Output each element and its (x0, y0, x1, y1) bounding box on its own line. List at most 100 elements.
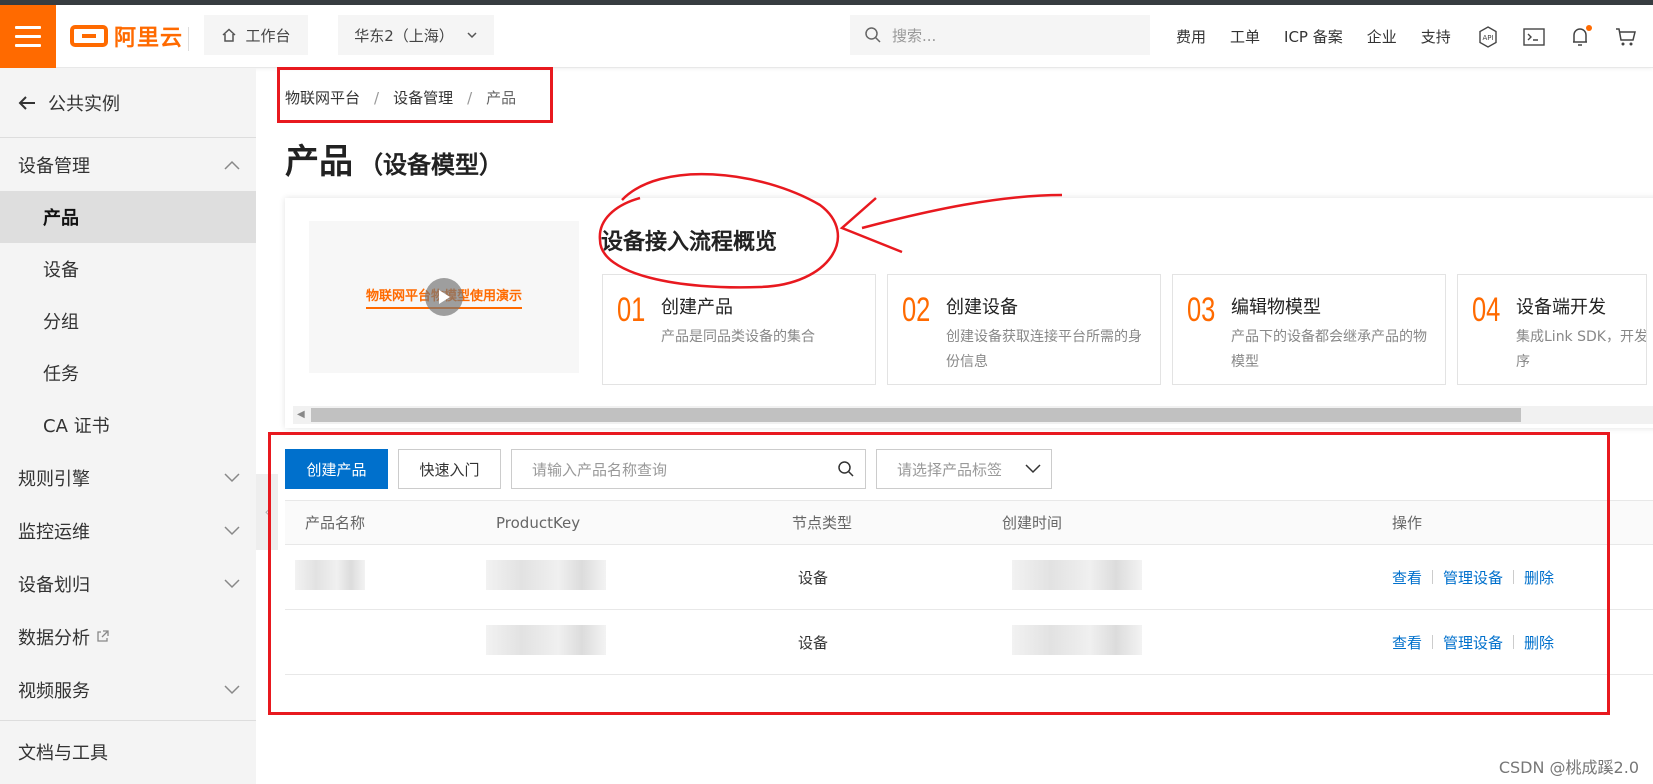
product-search-input[interactable]: 请输入产品名称查询 (511, 449, 866, 489)
breadcrumb-iot-platform[interactable]: 物联网平台 (285, 87, 360, 108)
chevron-down-icon (224, 578, 240, 588)
nav-tickets[interactable]: 工单 (1230, 26, 1260, 47)
sidebar-group-video-service[interactable]: 视频服务 (0, 663, 256, 716)
step-title: 创建产品 (661, 297, 733, 318)
workbench-button[interactable]: 工作台 (204, 15, 308, 55)
sidebar-group-label: 设备划归 (18, 574, 90, 596)
product-name-cell[interactable] (285, 560, 496, 594)
step-card[interactable]: 04 设备端开发 集成Link SDK，开发序 (1457, 274, 1647, 385)
step-description: 集成Link SDK，开发序 (1516, 329, 1647, 370)
demo-video[interactable]: 物联网平台物模型使用演示 (309, 221, 579, 373)
create-product-button[interactable]: 创建产品 (285, 449, 388, 489)
scroll-left-icon[interactable]: ◀ (297, 409, 305, 420)
sidebar-group-label: 监控运维 (18, 521, 90, 543)
breadcrumb-current: 产品 (486, 89, 517, 107)
step-title: 设备端开发 (1516, 297, 1606, 318)
sidebar-back-link[interactable]: 公共实例 (0, 68, 256, 138)
table-row: 设备 查看 管理设备 删除 (285, 610, 1653, 675)
created-time-cell (1002, 625, 1392, 659)
home-icon (222, 28, 236, 42)
product-tag-select[interactable]: 请选择产品标签 (876, 449, 1052, 489)
bell-icon[interactable] (1568, 24, 1592, 49)
sidebar-item-ca-cert[interactable]: CA 证书 (0, 399, 256, 451)
breadcrumb: 物联网平台 / 设备管理 / 产品 (285, 87, 516, 108)
svg-text:API: API (1482, 34, 1493, 42)
manage-devices-link[interactable]: 管理设备 (1443, 567, 1503, 588)
step-title: 编辑物模型 (1231, 297, 1321, 318)
chevron-down-icon (1025, 464, 1041, 474)
sidebar-group-label: 文档与工具 (18, 742, 108, 764)
action-divider (1513, 635, 1515, 649)
scrollbar-thumb[interactable] (311, 408, 1521, 422)
step-number: 04 (1472, 291, 1501, 329)
view-link[interactable]: 查看 (1392, 632, 1422, 653)
product-key-cell (486, 560, 792, 594)
play-icon[interactable] (425, 278, 463, 316)
step-title: 创建设备 (946, 297, 1018, 318)
product-table: 产品名称 ProductKey 节点类型 创建时间 操作 设备 查看 管理设备 … (285, 500, 1653, 675)
sidebar-group-label: 视频服务 (18, 680, 90, 702)
sidebar-group-data-analysis[interactable]: 数据分析 (0, 610, 256, 663)
delete-link[interactable]: 删除 (1524, 567, 1554, 588)
view-link[interactable]: 查看 (1392, 567, 1422, 588)
manage-devices-link[interactable]: 管理设备 (1443, 632, 1503, 653)
nav-enterprise[interactable]: 企业 (1367, 26, 1397, 47)
breadcrumb-separator: / (374, 88, 380, 107)
sidebar-group-label: 设备管理 (18, 155, 90, 177)
sidebar-group-monitoring[interactable]: 监控运维 (0, 504, 256, 557)
overview-steps: 01 创建产品 产品是同品类设备的集合 02 创建设备 创建设备获取连接平台所需… (602, 274, 1647, 385)
menu-icon[interactable] (0, 5, 56, 68)
page-title-main: 产品 (285, 142, 353, 182)
quick-start-button[interactable]: 快速入门 (398, 449, 501, 489)
sidebar-group-rule-engine[interactable]: 规则引擎 (0, 451, 256, 504)
logo-text: 阿里云 (114, 26, 184, 51)
nav-icp[interactable]: ICP 备案 (1284, 26, 1343, 47)
step-card[interactable]: 01 创建产品 产品是同品类设备的集合 (602, 274, 876, 385)
nav-fees[interactable]: 费用 (1176, 26, 1206, 47)
terminal-icon[interactable] (1522, 25, 1546, 49)
sidebar-back-label: 公共实例 (48, 93, 120, 115)
table-row: 设备 查看 管理设备 删除 (285, 545, 1653, 610)
step-number: 01 (617, 291, 646, 329)
chevron-down-icon (224, 525, 240, 535)
page-title: 产品 （设备模型） (285, 134, 503, 183)
nav-support[interactable]: 支持 (1421, 26, 1451, 47)
api-icon[interactable]: API (1476, 25, 1500, 49)
sidebar-item-products[interactable]: 产品 (0, 191, 256, 243)
step-card[interactable]: 03 编辑物模型 产品下的设备都会继承产品的物模型 (1172, 274, 1446, 385)
node-type-cell: 设备 (798, 568, 829, 587)
search-icon[interactable] (837, 460, 855, 478)
chevron-down-icon (224, 684, 240, 694)
sidebar-item-groups[interactable]: 分组 (0, 295, 256, 347)
column-header: 节点类型 (792, 514, 853, 532)
notification-dot (1586, 24, 1592, 31)
sidebar-item-devices[interactable]: 设备 (0, 243, 256, 295)
chevron-down-icon (467, 32, 477, 39)
region-label: 华东2（上海） (354, 26, 454, 45)
overview-title: 设备接入流程概览 (601, 230, 778, 255)
step-description: 创建设备获取连接平台所需的身份信息 (946, 329, 1142, 370)
column-header: ProductKey (496, 513, 581, 532)
region-select[interactable]: 华东2（上海） (338, 15, 494, 55)
horizontal-scrollbar[interactable]: ◀ (293, 406, 1653, 424)
chevron-up-icon (224, 160, 240, 170)
sidebar-group-docs-tools[interactable]: 文档与工具 (0, 725, 256, 778)
sidebar-group-label: 数据分析 (18, 627, 90, 649)
step-card[interactable]: 02 创建设备 创建设备获取连接平台所需的身份信息 (887, 274, 1161, 385)
sidebar-group-device-management[interactable]: 设备管理 (0, 138, 256, 191)
global-search-input[interactable]: 搜索... (850, 15, 1150, 55)
sidebar-group-device-assignment[interactable]: 设备划归 (0, 557, 256, 610)
sidebar-item-tasks[interactable]: 任务 (0, 347, 256, 399)
top-icons: API (1476, 5, 1638, 68)
action-divider (1432, 635, 1434, 649)
access-overview-card: 物联网平台物模型使用演示 设备接入流程概览 01 创建产品 产品是同品类设备的集… (285, 198, 1653, 428)
logo[interactable]: 阿里云 (70, 22, 184, 51)
logo-divider (188, 27, 189, 51)
sidebar-collapse-handle[interactable]: ‹ (256, 474, 278, 550)
cart-icon[interactable] (1614, 25, 1638, 49)
sidebar: 公共实例 设备管理 产品 设备 分组 任务 CA 证书 规则引擎 监控运维 设备… (0, 68, 256, 784)
delete-link[interactable]: 删除 (1524, 632, 1554, 653)
workbench-label: 工作台 (245, 26, 291, 45)
breadcrumb-device-management[interactable]: 设备管理 (393, 87, 453, 108)
sidebar-divider (0, 720, 256, 721)
